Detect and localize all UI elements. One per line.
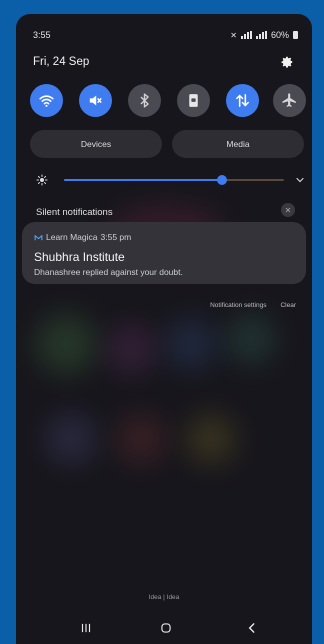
mobile-data-icon — [236, 94, 249, 107]
app-icon — [34, 234, 43, 240]
mute-status-icon: ✕ — [230, 30, 237, 40]
quick-settings-row — [30, 84, 306, 120]
battery-icon — [293, 31, 298, 39]
chevron-down-icon[interactable] — [294, 174, 306, 186]
notification-app-name: Learn Magica — [46, 232, 98, 242]
navigation-bar — [16, 616, 312, 640]
back-button[interactable] — [244, 620, 260, 636]
gear-icon[interactable] — [280, 55, 294, 69]
silent-notifications-label: Silent notifications — [36, 207, 113, 218]
signal-icon — [255, 31, 267, 39]
bluetooth-toggle[interactable] — [128, 84, 161, 117]
wifi-icon — [39, 95, 54, 107]
airplane-toggle[interactable] — [273, 84, 306, 117]
background-blur — [186, 414, 236, 464]
mobile-data-toggle[interactable] — [226, 84, 259, 117]
brightness-slider[interactable] — [64, 175, 284, 185]
notification-time: 3:55 pm — [100, 232, 132, 242]
status-time: 3:55 — [33, 30, 51, 40]
recent-apps-button[interactable] — [78, 620, 94, 636]
date-label: Fri, 24 Sep — [33, 56, 90, 68]
bluetooth-icon — [140, 93, 149, 108]
background-blur — [46, 414, 96, 464]
notification-settings-link[interactable]: Notification settings — [210, 302, 266, 309]
clear-button[interactable]: Clear — [280, 302, 296, 309]
background-blur — [116, 414, 166, 464]
brightness-thumb[interactable] — [217, 175, 228, 185]
back-icon — [248, 623, 255, 633]
airplane-icon — [282, 93, 296, 107]
sound-toggle[interactable] — [79, 84, 112, 117]
notification-card[interactable]: Learn Magica 3:55 pm Shubhra Institute D… — [22, 222, 306, 284]
signal-icon — [240, 31, 252, 39]
wifi-toggle[interactable] — [30, 84, 63, 117]
home-button[interactable] — [158, 620, 174, 636]
home-icon — [161, 623, 171, 633]
media-button[interactable]: Media — [172, 130, 304, 158]
carrier-label: Idea | Idea — [148, 594, 180, 601]
rotation-toggle[interactable] — [177, 84, 210, 117]
background-blur — [106, 324, 156, 374]
close-icon[interactable]: ✕ — [281, 203, 295, 217]
notification-shade: 3:55 ✕ 60% Fri, 24 Sep Devices Media Sil… — [16, 14, 312, 644]
status-icons: ✕ 60% — [230, 30, 298, 40]
notification-body: Dhanashree replied against your doubt. — [34, 267, 183, 277]
brightness-fill — [64, 179, 223, 181]
sun-icon — [36, 174, 48, 186]
portrait-lock-icon — [189, 94, 198, 107]
notification-header: Learn Magica 3:55 pm — [34, 232, 131, 242]
notification-title: Shubhra Institute — [34, 250, 125, 264]
mute-icon — [89, 95, 102, 106]
notification-actions: Notification settings Clear — [210, 302, 296, 309]
status-bar: 3:55 ✕ 60% — [16, 30, 312, 44]
brightness-control — [30, 172, 306, 188]
background-blur — [36, 314, 96, 374]
recent-apps-icon — [81, 623, 91, 633]
battery-percent: 60% — [270, 30, 289, 40]
devices-button[interactable]: Devices — [30, 130, 162, 158]
background-blur — [226, 314, 276, 364]
background-blur — [166, 319, 216, 369]
